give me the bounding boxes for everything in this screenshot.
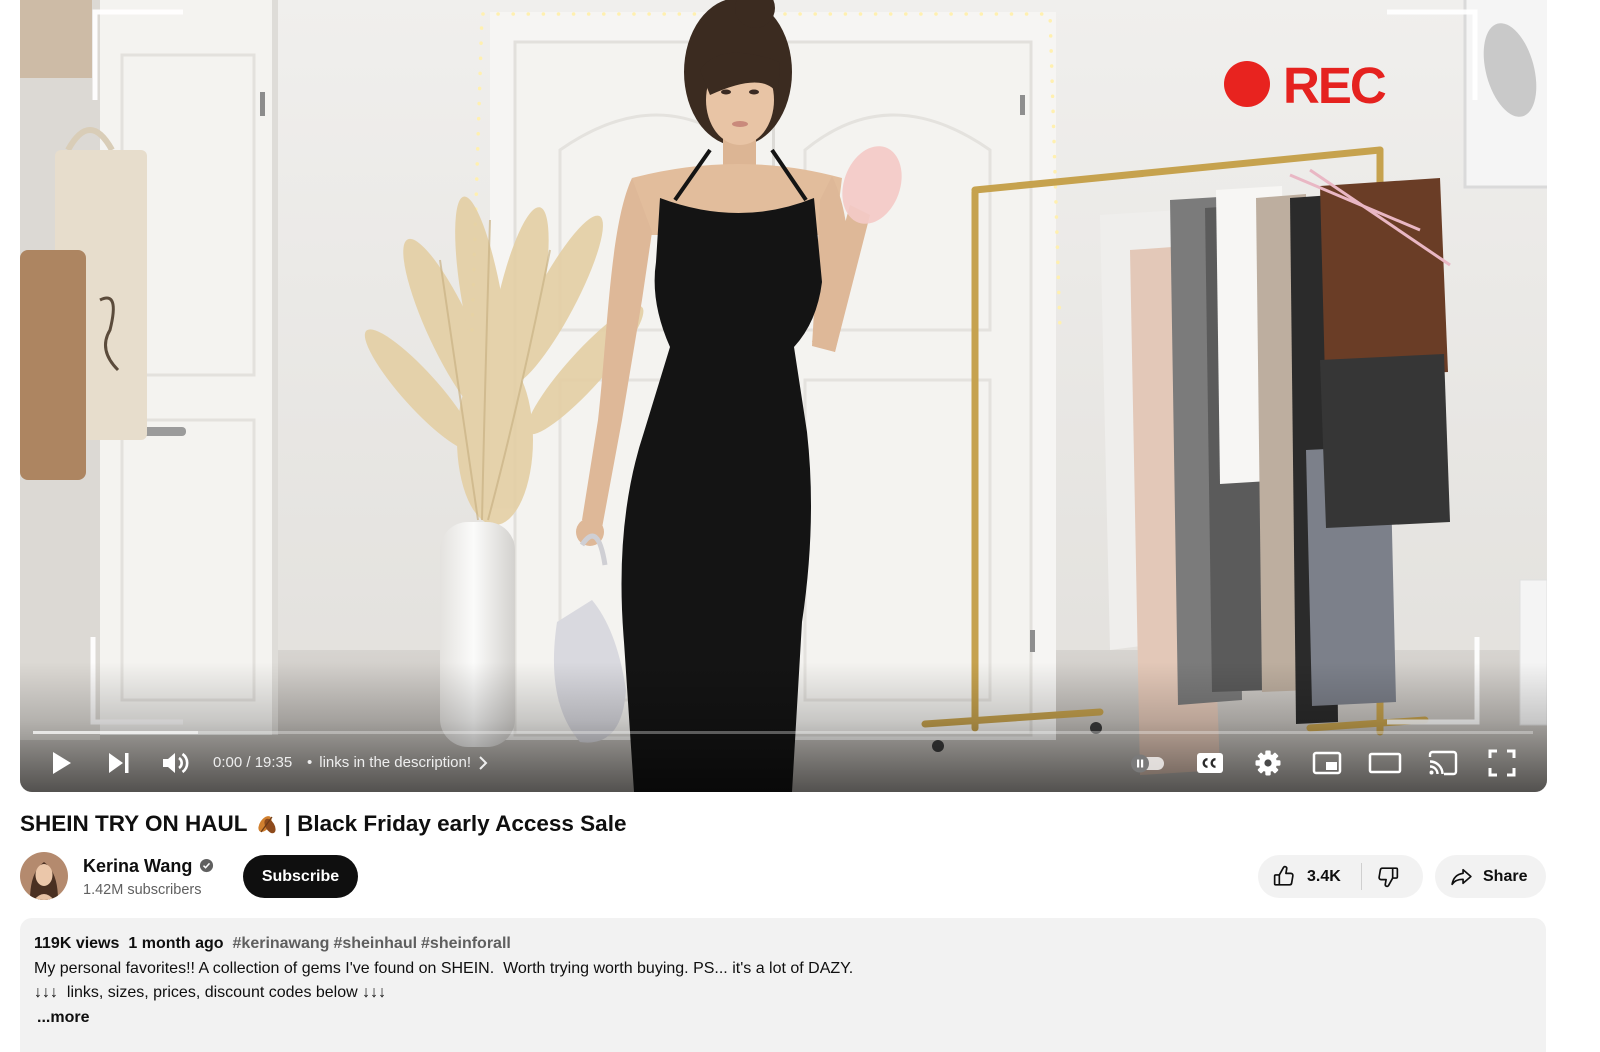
rec-dot-icon — [1224, 61, 1270, 107]
volume-icon — [163, 752, 189, 774]
settings-gear-icon — [1255, 750, 1281, 776]
progress-buffered — [33, 731, 198, 734]
chevron-right-icon — [479, 756, 488, 770]
hashtag-link[interactable]: #sheinforall — [421, 935, 511, 952]
share-label: Share — [1483, 868, 1528, 885]
show-more-button[interactable]: ...more — [37, 1006, 1532, 1031]
thumbs-up-icon — [1273, 865, 1294, 886]
description-line: ↓↓↓ links, sizes, prices, discount codes… — [34, 984, 387, 1001]
verified-check-icon — [199, 858, 214, 873]
cast-icon — [1428, 750, 1458, 776]
play-icon — [53, 752, 71, 774]
captions-button[interactable] — [1190, 743, 1230, 783]
channel-avatar[interactable] — [20, 852, 68, 900]
share-button[interactable]: Share — [1435, 855, 1546, 898]
miniplayer-button[interactable] — [1307, 743, 1347, 783]
video-title-text: SHEIN TRY ON HAUL — [20, 811, 248, 836]
settings-button[interactable] — [1248, 743, 1288, 783]
cast-button[interactable] — [1423, 743, 1463, 783]
fallen-leaf-emoji — [257, 816, 276, 834]
video-title-text-rest: | Black Friday early Access Sale — [284, 811, 627, 836]
next-icon — [109, 753, 129, 773]
chapter-title-button[interactable]: • links in the description! — [307, 753, 488, 773]
subscribe-button[interactable]: Subscribe — [243, 855, 358, 898]
rec-label: REC — [1283, 57, 1386, 114]
captions-icon — [1197, 753, 1223, 773]
hashtag-link[interactable]: #sheinhaul — [333, 935, 417, 952]
theater-mode-button[interactable] — [1365, 743, 1405, 783]
description-meta: 119K views 1 month ago #kerinawang #sheinha… — [34, 932, 1532, 957]
video-player[interactable]: REC 0:00 / 19:35 • links in the descript… — [20, 0, 1547, 792]
next-button[interactable] — [99, 743, 139, 783]
chapter-separator: • — [307, 754, 313, 771]
theater-mode-icon — [1368, 752, 1402, 774]
video-title: SHEIN TRY ON HAUL | Black Friday early A… — [20, 810, 626, 838]
share-icon — [1451, 868, 1472, 886]
hashtag-link[interactable]: #kerinawang — [233, 935, 330, 952]
like-dislike-group: 3.4K — [1258, 855, 1423, 898]
description-box[interactable]: 119K views 1 month ago #kerinawang #sheinha… — [20, 918, 1546, 1052]
like-count: 3.4K — [1307, 868, 1341, 885]
fullscreen-button[interactable] — [1482, 743, 1522, 783]
view-count: 119K views — [34, 935, 120, 952]
play-button[interactable] — [41, 743, 81, 783]
fullscreen-icon — [1488, 749, 1516, 777]
upload-age: 1 month ago — [128, 935, 224, 952]
channel-name[interactable]: Kerina Wang — [83, 855, 192, 877]
thumbs-down-icon — [1378, 867, 1399, 888]
description-line: My personal favorites!! A collection of … — [34, 959, 854, 977]
time-display: 0:00 / 19:35 — [213, 754, 293, 771]
volume-button[interactable] — [156, 743, 196, 783]
miniplayer-icon — [1312, 751, 1342, 775]
like-button[interactable]: 3.4K — [1258, 855, 1361, 898]
rec-indicator: REC — [1224, 57, 1388, 114]
autoplay-toggle-icon — [1131, 754, 1164, 773]
progress-bar[interactable] — [33, 731, 1533, 734]
dislike-button[interactable] — [1362, 855, 1423, 898]
autoplay-toggle[interactable] — [1127, 743, 1167, 783]
subscriber-count: 1.42M subscribers — [83, 882, 202, 898]
chapter-title: links in the description! — [319, 754, 472, 771]
